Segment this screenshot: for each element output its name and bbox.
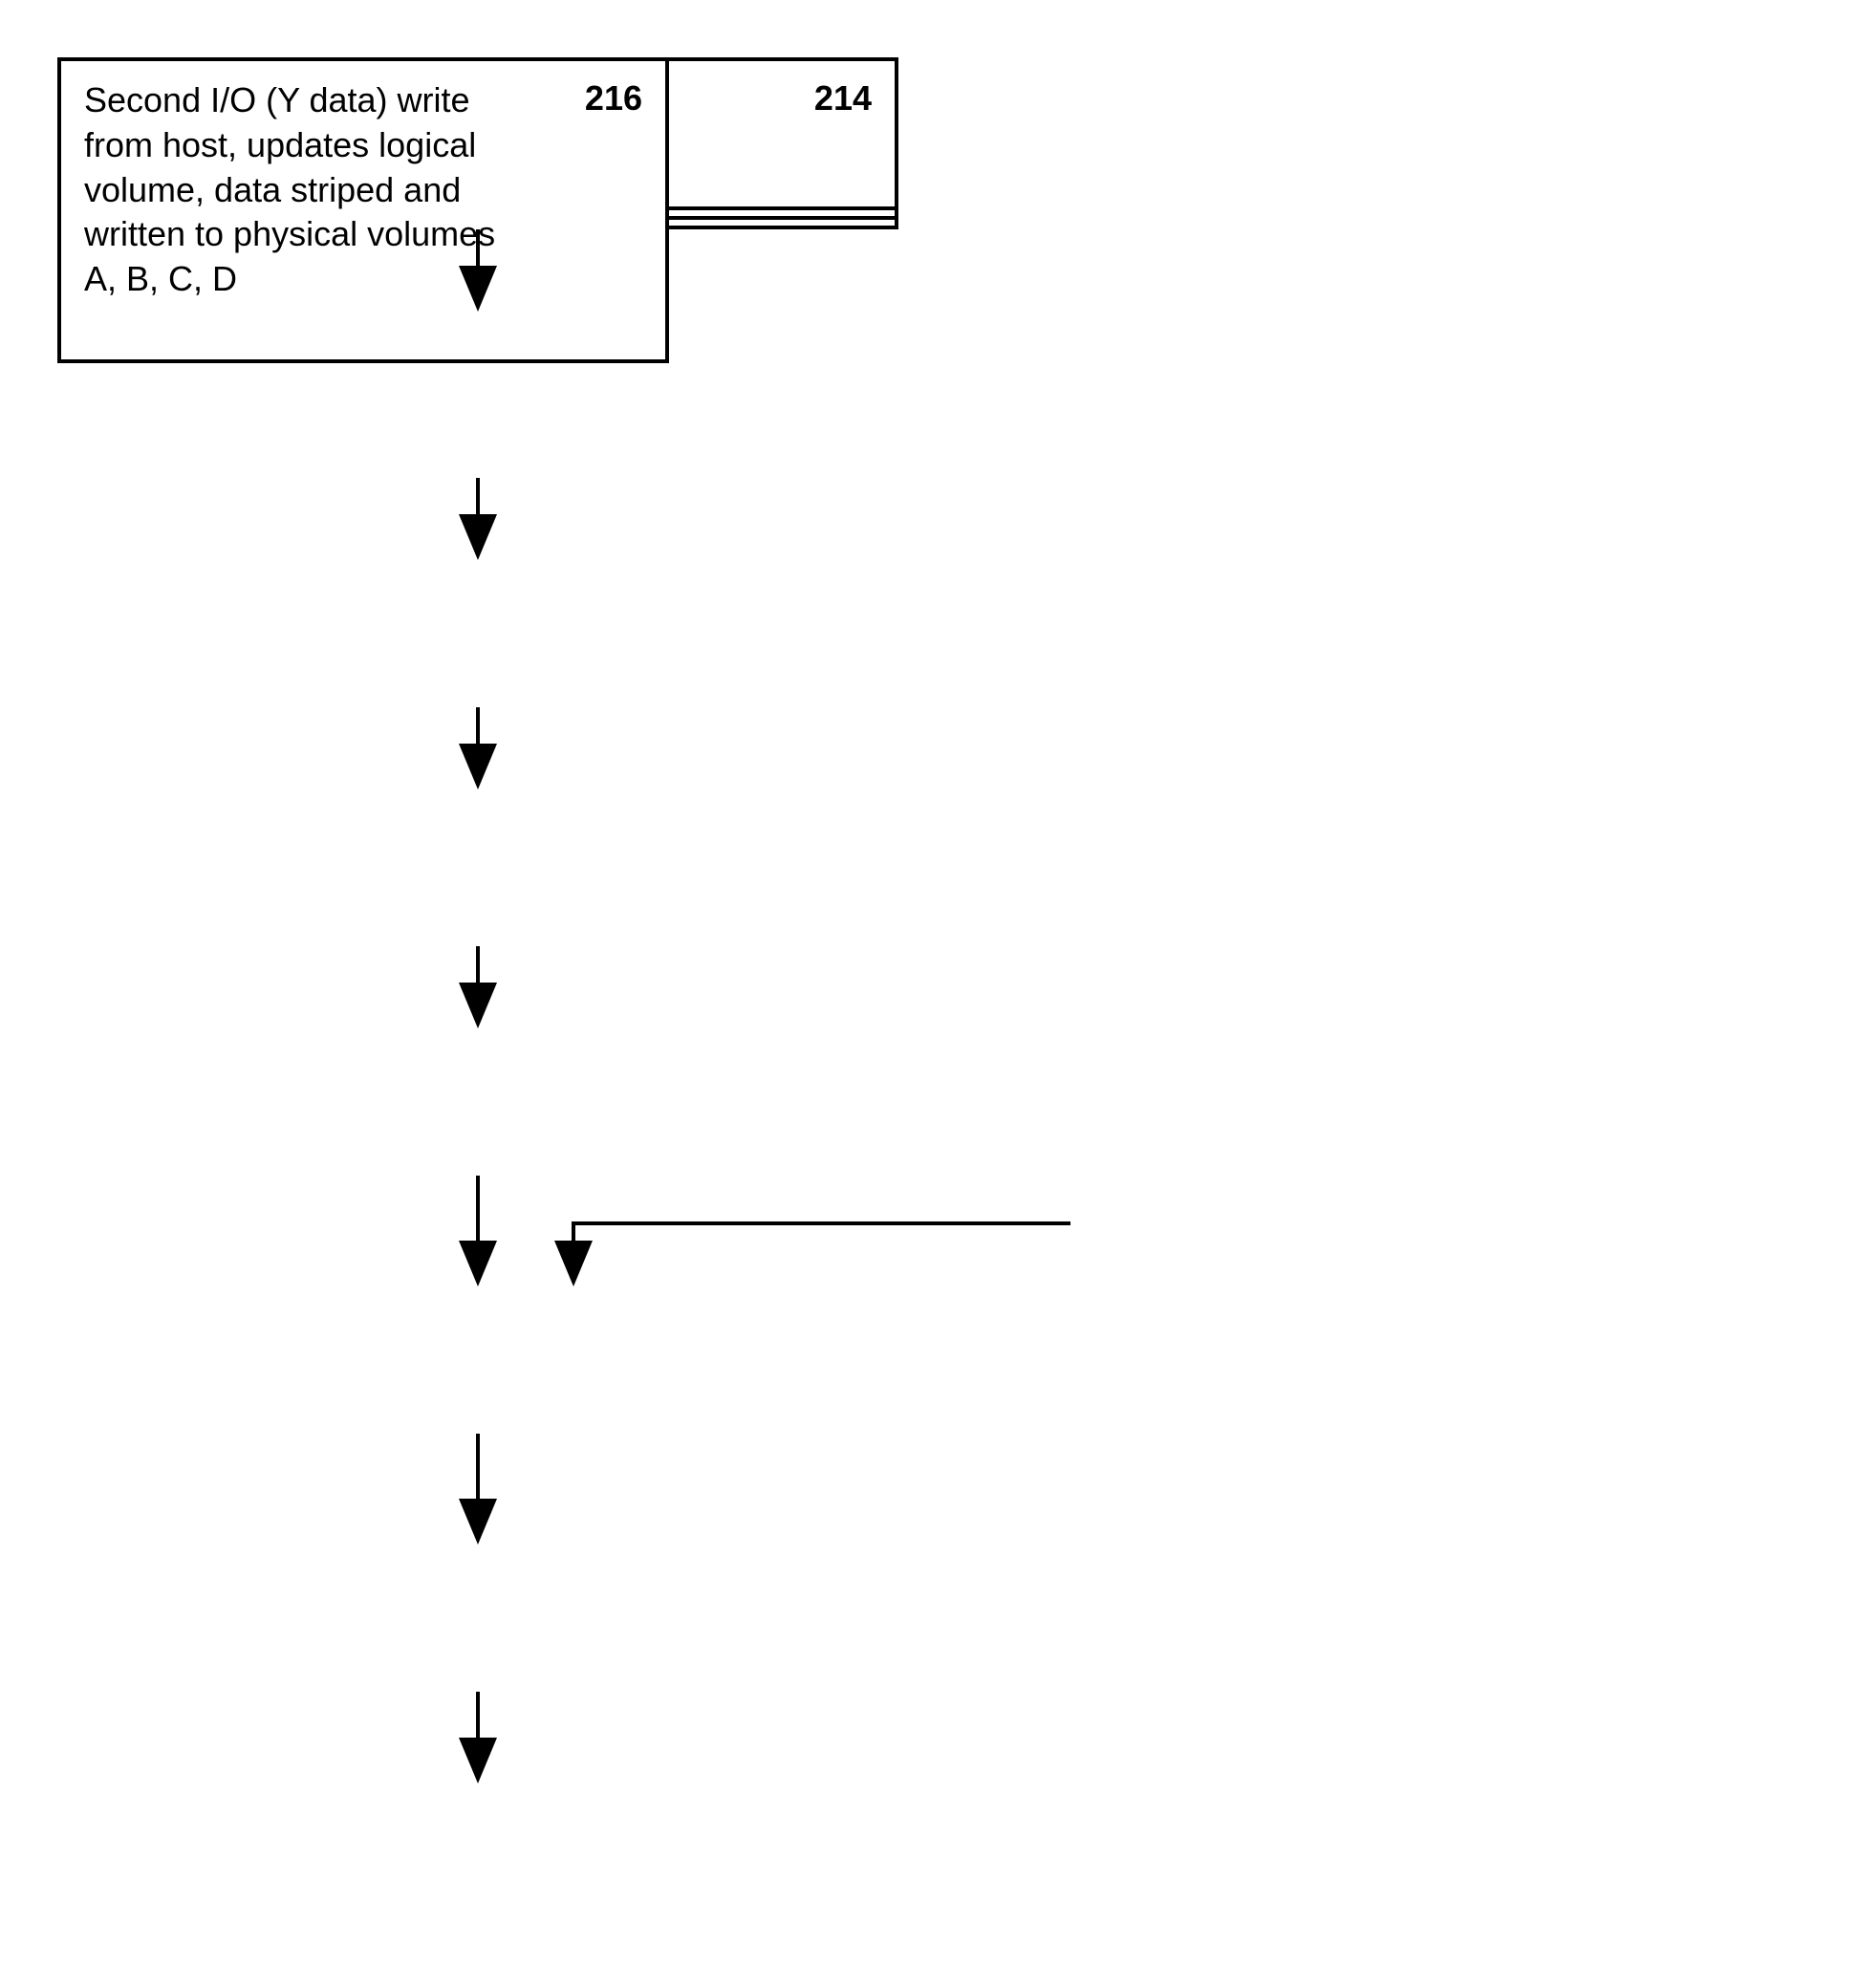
connectors xyxy=(57,57,1778,1931)
flowchart: First I/O (X data) write from host to st… xyxy=(57,57,1778,1931)
